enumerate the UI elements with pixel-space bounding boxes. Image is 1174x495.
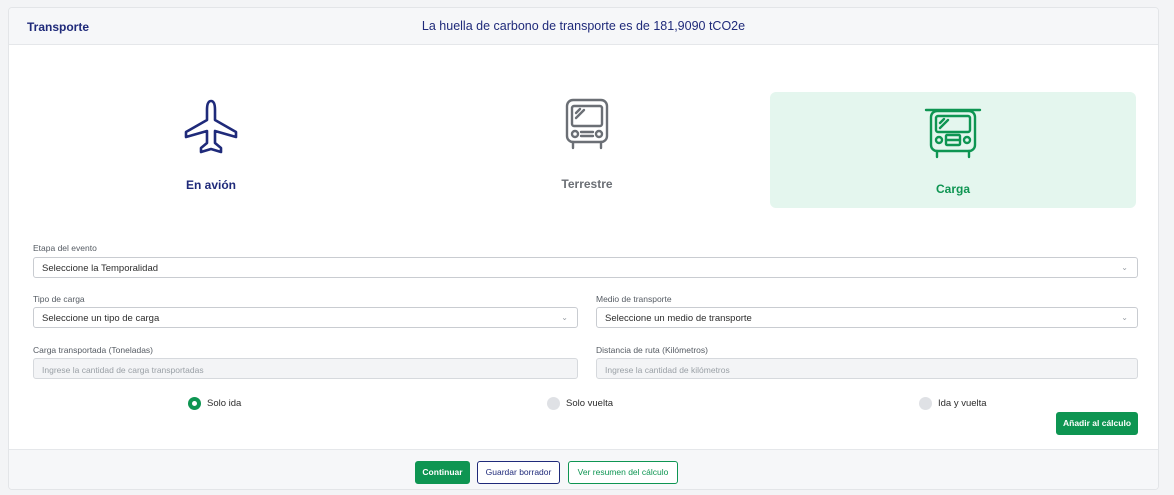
- chevron-down-icon: ⌄: [1121, 263, 1128, 272]
- distancia-label: Distancia de ruta (Kilómetros): [596, 345, 708, 355]
- cargo-truck-icon: [924, 108, 982, 159]
- view-summary-button[interactable]: Ver resumen del cálculo: [568, 461, 678, 484]
- card-footer: Continuar Guardar borrador Ver resumen d…: [9, 449, 1158, 489]
- radio-label: Ida y vuelta: [938, 398, 987, 409]
- radio-label: Solo ida: [207, 398, 242, 409]
- etapa-value: Seleccione la Temporalidad: [42, 263, 159, 274]
- card-header: Transporte La huella de carbono de trans…: [9, 8, 1158, 45]
- bus-icon: [565, 98, 609, 150]
- carga-label: Carga transportada (Toneladas): [33, 345, 154, 355]
- add-to-calculation-button[interactable]: Añadir al cálculo: [1056, 412, 1138, 435]
- medio-select[interactable]: Seleccione un medio de transporte ⌄: [596, 307, 1138, 328]
- chevron-down-icon: ⌄: [1121, 313, 1128, 322]
- mode-option-terrestre[interactable]: Terrestre: [404, 92, 770, 208]
- carga-placeholder: Ingrese la cantidad de carga transportad…: [42, 365, 204, 375]
- radio-indicator: [919, 397, 932, 410]
- chevron-down-icon: ⌄: [561, 313, 568, 322]
- radio-indicator: [188, 397, 201, 410]
- tipo-carga-label: Tipo de carga: [33, 294, 85, 304]
- save-draft-button[interactable]: Guardar borrador: [477, 461, 560, 484]
- radio-indicator: [547, 397, 560, 410]
- airplane-icon: [184, 99, 238, 154]
- mode-label-terrestre: Terrestre: [561, 177, 613, 191]
- tipo-carga-value: Seleccione un tipo de carga: [42, 313, 160, 324]
- etapa-select[interactable]: Seleccione la Temporalidad ⌄: [33, 257, 1138, 278]
- carbon-footprint-headline: La huella de carbono de transporte es de…: [421, 19, 746, 33]
- carga-input[interactable]: Ingrese la cantidad de carga transportad…: [33, 358, 578, 379]
- mode-option-avion[interactable]: En avión: [28, 92, 394, 208]
- mode-label-avion: En avión: [185, 178, 236, 192]
- continue-button[interactable]: Continuar: [415, 461, 470, 484]
- radio-label: Solo vuelta: [566, 398, 614, 409]
- distancia-placeholder: Ingrese la cantidad de kilómetros: [605, 365, 730, 375]
- distancia-input[interactable]: Ingrese la cantidad de kilómetros: [596, 358, 1138, 379]
- tipo-carga-select[interactable]: Seleccione un tipo de carga ⌄: [33, 307, 578, 328]
- medio-value: Seleccione un medio de transporte: [605, 313, 752, 324]
- medio-label: Medio de transporte: [596, 294, 672, 304]
- etapa-label: Etapa del evento: [33, 243, 97, 253]
- mode-label-carga: Carga: [935, 182, 970, 196]
- mode-option-carga[interactable]: Carga: [770, 92, 1136, 208]
- transport-card: Transporte La huella de carbono de trans…: [8, 7, 1159, 490]
